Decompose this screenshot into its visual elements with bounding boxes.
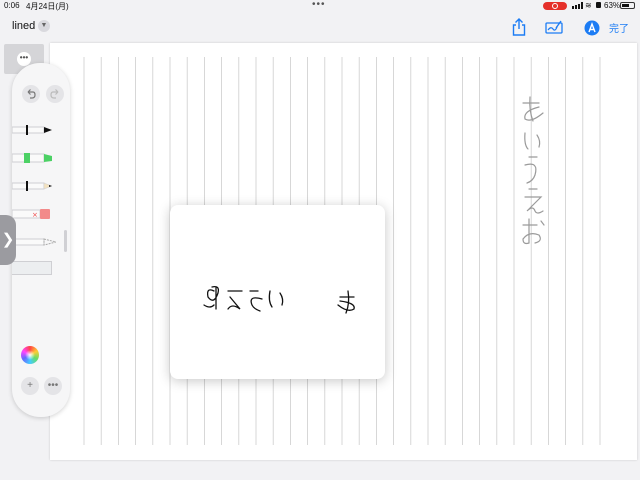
marker-tool[interactable] <box>12 151 56 165</box>
tool-palette: × + ••• <box>12 63 70 417</box>
handwriting-vertical-kana <box>522 96 545 245</box>
redo-button[interactable] <box>46 85 64 103</box>
handwriting-mirrored-kana <box>203 285 355 314</box>
color-green[interactable] <box>44 346 62 364</box>
color-black[interactable] <box>44 300 62 318</box>
eraser-tool[interactable]: × <box>12 207 56 221</box>
more-tools-button[interactable]: ••• <box>44 377 62 395</box>
color-red[interactable] <box>21 323 39 341</box>
palette-resize-handle[interactable] <box>64 230 67 252</box>
color-picker-multicolor[interactable] <box>21 346 39 364</box>
sidebar-toggle-chevron-icon[interactable]: ❯ <box>0 215 16 265</box>
battery-percentage: 63% <box>604 1 621 10</box>
status-bar: 0:06 4月24日(月) ••• ≋ 63% <box>0 0 640 12</box>
ruler-tool[interactable] <box>12 261 52 275</box>
pen-signature-icon[interactable] <box>545 18 563 36</box>
color-blue[interactable] <box>44 323 62 341</box>
screen-recording-indicator[interactable] <box>543 2 567 10</box>
document-title[interactable]: lined <box>12 20 35 32</box>
wifi-icon: ≋ <box>585 1 592 10</box>
svg-text:×: × <box>32 211 38 219</box>
handwriting-input-card[interactable] <box>170 205 385 379</box>
add-tool-button[interactable]: + <box>21 377 39 395</box>
redo-arrow-icon <box>50 89 59 99</box>
share-icon[interactable] <box>512 18 526 36</box>
multitasking-dots[interactable]: ••• <box>312 0 326 10</box>
top-toolbar: lined ▼ 完了 <box>0 14 640 40</box>
color-yellow[interactable] <box>21 300 39 318</box>
done-button[interactable]: 完了 <box>609 20 629 35</box>
status-date: 4月24日(月) <box>26 2 69 11</box>
pen-tool[interactable] <box>12 123 56 137</box>
pencil-tool[interactable] <box>12 179 56 193</box>
autofill-a-icon[interactable] <box>584 19 600 37</box>
undo-button[interactable] <box>22 85 40 103</box>
rotation-lock-icon <box>596 2 601 8</box>
chevron-down-icon[interactable]: ▼ <box>38 20 50 32</box>
undo-arrow-icon <box>27 89 36 99</box>
lasso-tool[interactable] <box>12 235 56 249</box>
battery-icon <box>620 2 635 9</box>
cellular-signal-icon <box>572 2 583 9</box>
status-time: 0:06 <box>4 1 20 10</box>
